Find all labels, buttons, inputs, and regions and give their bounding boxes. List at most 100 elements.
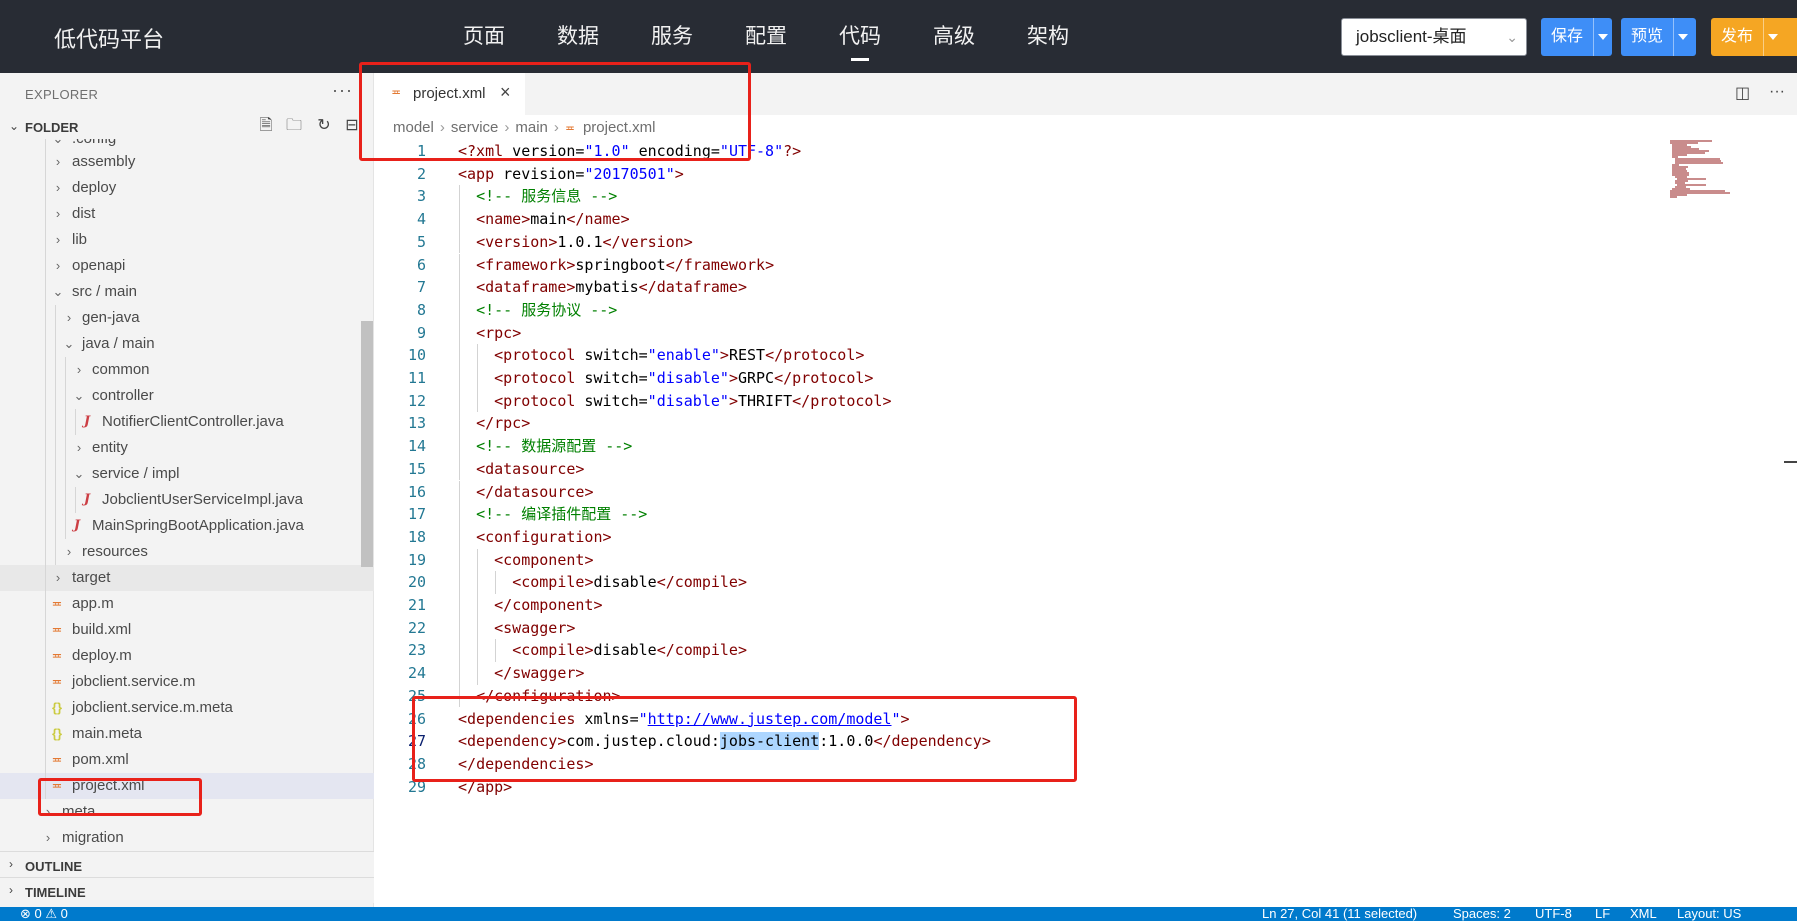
code-line[interactable]: 15 <datasource> <box>375 457 1675 481</box>
code-line[interactable]: 3 <!-- 服务信息 --> <box>375 185 1675 209</box>
code-line[interactable]: 9 <rpc> <box>375 321 1675 345</box>
tree-item-notifier-controller[interactable]: J NotifierClientController.java <box>0 409 374 435</box>
indent-guide <box>45 721 46 747</box>
tree-item-target[interactable]: › target <box>0 565 374 591</box>
code-line[interactable]: 10 <protocol switch="enable">REST</proto… <box>375 344 1675 367</box>
tree-item-deploy-m[interactable]: ≖ deploy.m <box>0 643 374 669</box>
code-line[interactable]: 20 <compile>disable</compile> <box>375 571 1675 594</box>
chevron-down-icon: ⌄ <box>73 388 85 403</box>
tree-item-main-application[interactable]: J MainSpringBootApplication.java <box>0 513 374 539</box>
cursor-position[interactable]: Ln 27, Col 41 (11 selected) <box>1262 907 1417 921</box>
tree-item-label: build.xml <box>72 621 132 638</box>
code-line[interactable]: 13 </rpc> <box>375 412 1675 436</box>
preview-button[interactable]: 预览 <box>1621 18 1673 56</box>
code-line[interactable]: 2 <app revision="20170501"> <box>375 163 1675 186</box>
tree-item-label: src / main <box>72 283 138 300</box>
chevron-right-icon: › <box>55 258 61 273</box>
indent-guide <box>45 617 46 643</box>
timeline-section-header[interactable]: › TIMELINE <box>0 877 374 903</box>
tree-item-gen-java[interactable]: › gen-java <box>0 305 374 331</box>
tree-item-deploy[interactable]: › deploy <box>0 175 374 201</box>
code-line[interactable]: 6 <framework>springboot</framework> <box>375 253 1675 277</box>
more-icon[interactable]: ··· <box>332 80 353 101</box>
tree-item-main-meta[interactable]: {} main.meta <box>0 721 374 747</box>
nav-item-code[interactable]: 代码 <box>813 0 907 73</box>
code-line[interactable]: 19 <component> <box>375 548 1675 572</box>
tree-item-controller[interactable]: ⌄ controller <box>0 383 374 409</box>
tree-item-jobclient-service-m[interactable]: ≖ jobclient.service.m <box>0 669 374 695</box>
code-text: <datasource> <box>476 459 585 478</box>
refresh-icon[interactable]: ↻ <box>314 115 334 137</box>
tree-item-src-main[interactable]: ⌄ src / main <box>0 279 374 305</box>
sidebar-scrollbar[interactable] <box>361 321 373 567</box>
rss-icon: ≖ <box>51 648 63 663</box>
code-line[interactable]: 22 <swagger> <box>375 616 1675 640</box>
tree-item-build-xml[interactable]: ≖ build.xml <box>0 617 374 643</box>
code-line[interactable]: 5 <version>1.0.1</version> <box>375 230 1675 254</box>
code-line[interactable]: 14 <!-- 数据源配置 --> <box>375 435 1675 458</box>
line-number: 15 <box>407 459 426 478</box>
indent-setting[interactable]: Spaces: 2 <box>1453 907 1511 921</box>
code-line[interactable]: 21 </component> <box>375 594 1675 617</box>
tree-item-migration[interactable]: › migration <box>0 825 374 851</box>
code-line[interactable]: 12 <protocol switch="disable">THRIFT</pr… <box>375 389 1675 413</box>
tree-item-lib[interactable]: › lib <box>0 227 374 253</box>
new-folder-icon[interactable]: 🗀 <box>284 115 304 137</box>
indent-guide <box>45 227 46 253</box>
keyboard-layout[interactable]: Layout: US <box>1677 907 1741 921</box>
line-number: 22 <box>407 618 426 637</box>
tree-item-openapi[interactable]: › openapi <box>0 253 374 279</box>
new-file-icon[interactable]: 🗎 <box>256 115 276 137</box>
code-line[interactable]: 18 <configuration> <box>375 525 1675 549</box>
code-text: <swagger> <box>494 618 576 637</box>
tree-item-pom-xml[interactable]: ≖ pom.xml <box>0 747 374 773</box>
tree-item-entity[interactable]: › entity <box>0 435 374 461</box>
code-line[interactable]: 23 <compile>disable</compile> <box>375 639 1675 663</box>
project-select[interactable]: jobsclient-桌面 ⌄ <box>1341 18 1527 56</box>
indent-guide <box>45 461 46 487</box>
folder-section-header[interactable]: ⌄ FOLDER 🗎 🗀 ↻ ⊟ <box>0 115 374 139</box>
encoding[interactable]: UTF-8 <box>1535 907 1572 921</box>
code-line[interactable]: 11 <protocol switch="disable">GRPC</prot… <box>375 367 1675 390</box>
chevron-down-icon: ⌄ <box>63 336 75 351</box>
tree-item-java-main[interactable]: ⌄ java / main <box>0 331 374 357</box>
language-mode[interactable]: XML <box>1630 907 1657 921</box>
save-button[interactable]: 保存 <box>1541 18 1593 56</box>
split-editor-icon[interactable]: ◫ <box>1735 83 1750 103</box>
code-text: <compile>disable</compile> <box>512 573 747 592</box>
tree-item-jobclient-service-meta[interactable]: {} jobclient.service.m.meta <box>0 695 374 721</box>
tree-item-resources[interactable]: › resources <box>0 539 374 565</box>
tree-item-label: main.meta <box>72 725 143 742</box>
more-icon[interactable]: ··· <box>1769 83 1785 101</box>
tree-item-label: java / main <box>82 335 155 352</box>
tree-item-common[interactable]: › common <box>0 357 374 383</box>
nav-item-architecture[interactable]: 架构 <box>1001 0 1095 73</box>
tree-item-dist[interactable]: › dist <box>0 201 374 227</box>
code-line[interactable]: 8 <!-- 服务协议 --> <box>375 298 1675 322</box>
eol[interactable]: LF <box>1595 907 1610 921</box>
nav-item-advanced[interactable]: 高级 <box>907 0 1001 73</box>
indent-guide <box>45 643 46 669</box>
code-line[interactable]: 16 </datasource> <box>375 480 1675 504</box>
java-icon: J <box>83 414 91 429</box>
line-number: 8 <box>416 300 426 319</box>
publish-button[interactable]: 发布 <box>1711 18 1763 56</box>
publish-dropdown-button[interactable] <box>1763 18 1782 56</box>
tree-item-app-m[interactable]: ≖ app.m <box>0 591 374 617</box>
chevron-right-icon: › <box>66 544 72 559</box>
code-line[interactable]: 7 <dataframe>mybatis</dataframe> <box>375 276 1675 299</box>
tree-item-service-impl[interactable]: ⌄ service / impl <box>0 461 374 487</box>
problems-indicator[interactable]: ⊗ 0 ⚠ 0 <box>20 907 68 921</box>
tree-item-user-service-impl[interactable]: J JobclientUserServiceImpl.java <box>0 487 374 513</box>
indent-guide <box>55 383 56 409</box>
preview-dropdown-button[interactable] <box>1673 18 1692 56</box>
minimap[interactable] <box>1670 140 1734 200</box>
timeline-title: TIMELINE <box>25 885 86 900</box>
tree-item-assembly[interactable]: › assembly <box>0 149 374 175</box>
save-dropdown-button[interactable] <box>1593 18 1612 56</box>
outline-section-header[interactable]: › OUTLINE <box>0 851 374 877</box>
line-number: 21 <box>407 596 426 614</box>
code-line[interactable]: 24 </swagger> <box>375 662 1675 685</box>
code-line[interactable]: 17 <!-- 编译插件配置 --> <box>375 503 1675 526</box>
code-line[interactable]: 4 <name>main</name> <box>375 208 1675 231</box>
